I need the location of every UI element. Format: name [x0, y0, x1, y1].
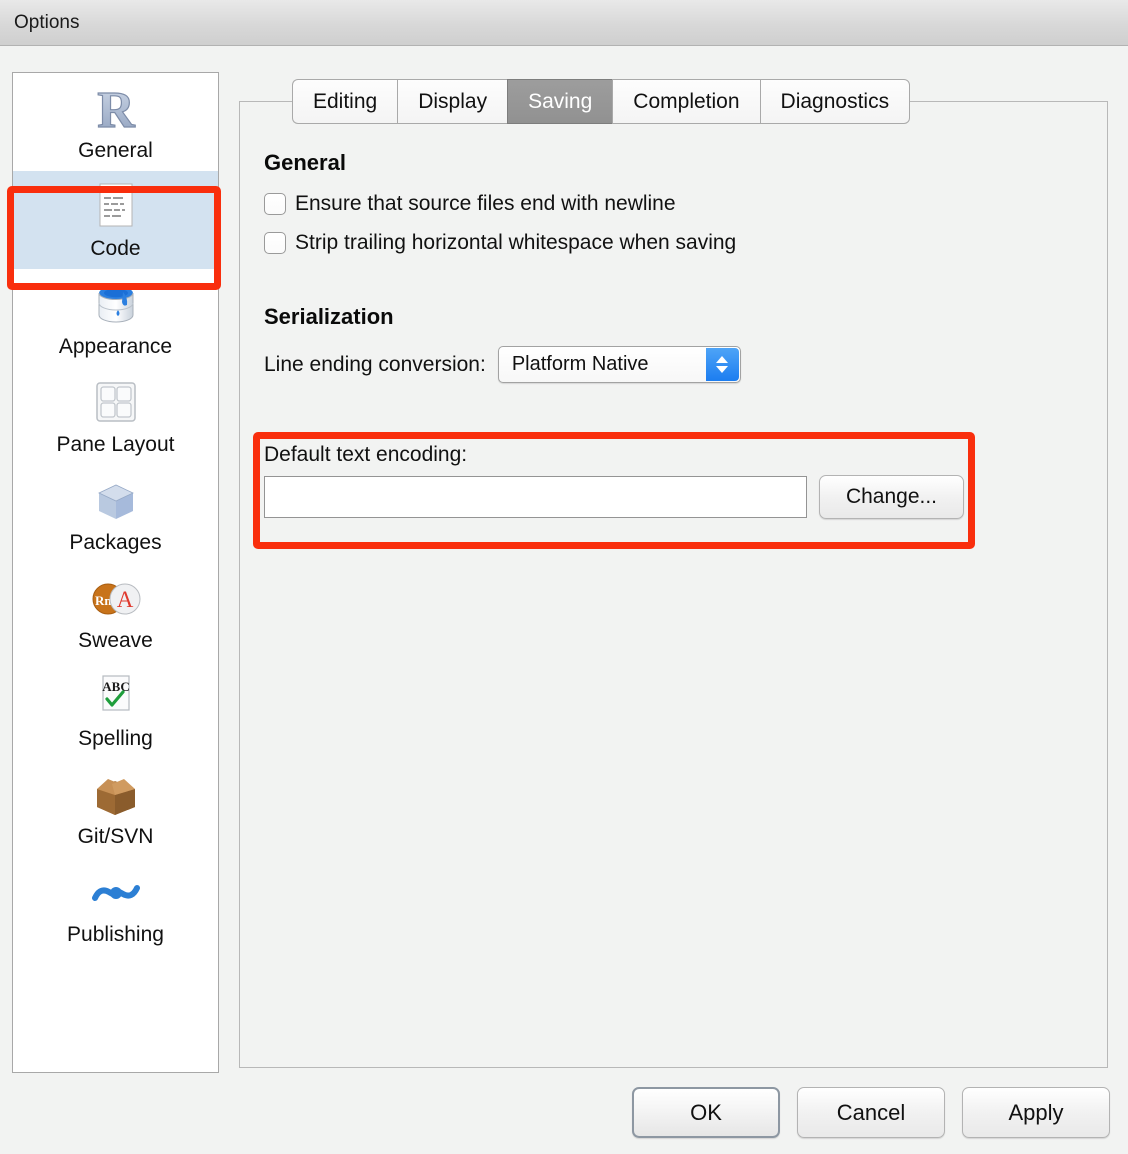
strip-whitespace-row[interactable]: Strip trailing horizontal whitespace whe… — [264, 231, 1084, 255]
apply-button[interactable]: Apply — [962, 1087, 1110, 1138]
ensure-newline-checkbox[interactable] — [264, 193, 286, 215]
ok-button[interactable]: OK — [632, 1087, 780, 1138]
paint-can-icon — [13, 278, 218, 332]
r-logo-icon: R — [13, 82, 218, 136]
change-encoding-button[interactable]: Change... — [819, 475, 964, 519]
sidebar-item-git-svn[interactable]: Git/SVN — [13, 759, 218, 857]
sidebar-item-spelling[interactable]: ABC Spelling — [13, 661, 218, 759]
ensure-newline-row[interactable]: Ensure that source files end with newlin… — [264, 192, 1084, 216]
window-title: Options — [14, 12, 79, 34]
svg-text:ABC: ABC — [102, 679, 129, 694]
svg-text:R: R — [97, 83, 136, 135]
saving-tabbar: Editing Display Saving Completion Diagno… — [292, 79, 910, 124]
sidebar-item-sweave[interactable]: Rnw A Sweave — [13, 563, 218, 661]
sidebar-item-label: Appearance — [13, 334, 218, 359]
ensure-newline-label: Ensure that source files end with newlin… — [295, 192, 676, 216]
tab-diagnostics[interactable]: Diagnostics — [760, 79, 911, 124]
sidebar-item-code[interactable]: Code — [13, 171, 218, 269]
svg-text:A: A — [116, 587, 133, 612]
sweave-rnw-pdf-icon: Rnw A — [13, 572, 218, 626]
line-ending-select[interactable]: Platform Native — [498, 346, 741, 383]
general-section-heading: General — [264, 150, 1084, 176]
saving-pane: General Ensure that source files end wit… — [264, 150, 1084, 383]
tab-completion[interactable]: Completion — [612, 79, 759, 124]
sidebar-item-label: Packages — [13, 530, 218, 555]
line-ending-label: Line ending conversion: — [264, 353, 486, 377]
sidebar-item-pane-layout[interactable]: Pane Layout — [13, 367, 218, 465]
publishing-icon — [13, 866, 218, 920]
dialog-footer: OK Cancel Apply — [632, 1087, 1110, 1138]
line-ending-selected-value: Platform Native — [512, 353, 649, 376]
sidebar-item-label: Sweave — [13, 628, 218, 653]
strip-whitespace-checkbox[interactable] — [264, 232, 286, 254]
sidebar-item-label: Code — [13, 236, 218, 261]
sidebar-item-label: Publishing — [13, 922, 218, 947]
sidebar-item-general[interactable]: R General — [13, 73, 218, 171]
sidebar-item-packages[interactable]: Packages — [13, 465, 218, 563]
brown-box-icon — [13, 768, 218, 822]
tab-display[interactable]: Display — [397, 79, 507, 124]
line-ending-row: Line ending conversion: Platform Native — [264, 346, 1084, 383]
serialization-section-heading: Serialization — [264, 304, 1084, 330]
default-text-encoding-row: Change... — [264, 475, 964, 519]
chevron-updown-icon[interactable] — [706, 348, 739, 381]
tab-editing[interactable]: Editing — [292, 79, 397, 124]
sidebar-item-appearance[interactable]: Appearance — [13, 269, 218, 367]
sidebar-item-label: General — [13, 138, 218, 163]
section-spacer — [264, 270, 1084, 304]
default-text-encoding-label: Default text encoding: — [264, 443, 964, 467]
tab-saving[interactable]: Saving — [507, 79, 612, 124]
code-document-icon — [13, 180, 218, 234]
blue-box-icon — [13, 474, 218, 528]
default-text-encoding-input[interactable] — [264, 476, 807, 518]
abc-check-icon: ABC — [13, 670, 218, 724]
cancel-button[interactable]: Cancel — [797, 1087, 945, 1138]
pane-grid-icon — [13, 376, 218, 430]
sidebar-item-label: Spelling — [13, 726, 218, 751]
sidebar-item-publishing[interactable]: Publishing — [13, 857, 218, 955]
sidebar-item-label: Pane Layout — [13, 432, 218, 457]
strip-whitespace-label: Strip trailing horizontal whitespace whe… — [295, 231, 736, 255]
window-titlebar: Options — [0, 0, 1128, 46]
default-text-encoding-group: Default text encoding: Change... — [264, 443, 964, 519]
chevron-up-icon — [716, 356, 728, 363]
sidebar-item-label: Git/SVN — [13, 824, 218, 849]
chevron-down-icon — [716, 366, 728, 373]
options-sidebar: R General Code — [12, 72, 219, 1073]
